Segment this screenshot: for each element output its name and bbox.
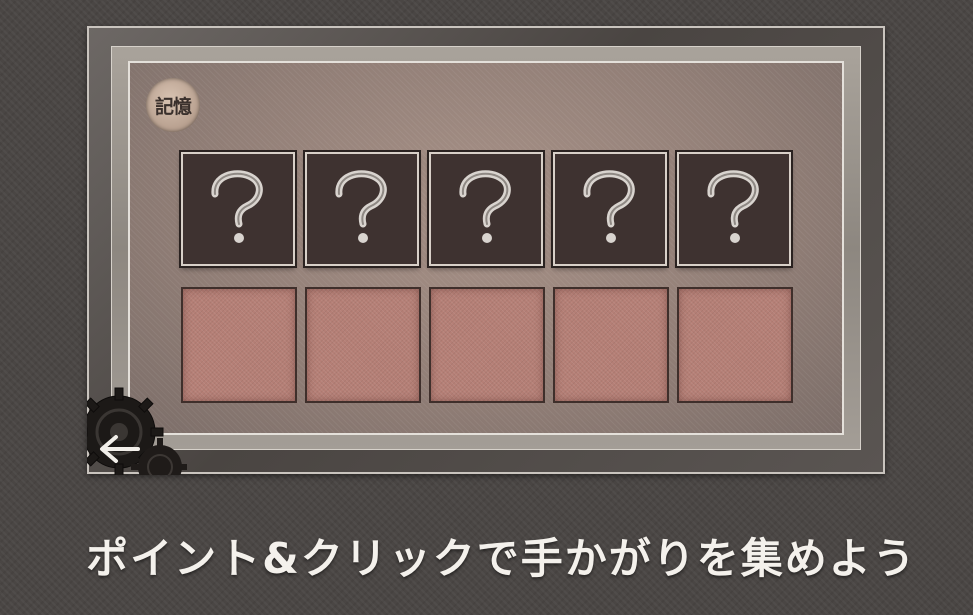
- question-mark-icon: [325, 166, 399, 252]
- answer-slot[interactable]: [305, 287, 421, 403]
- clue-card[interactable]: [305, 152, 419, 266]
- answer-slot[interactable]: [553, 287, 669, 403]
- clue-card[interactable]: [429, 152, 543, 266]
- clue-card-row: [181, 152, 791, 266]
- answer-slot[interactable]: [181, 287, 297, 403]
- clue-card[interactable]: [677, 152, 791, 266]
- clue-card[interactable]: [181, 152, 295, 266]
- back-arrow-button[interactable]: [95, 434, 141, 468]
- memory-badge-button[interactable]: 記憶: [146, 78, 200, 132]
- memory-badge-label: 記憶: [154, 95, 192, 118]
- clue-card[interactable]: [553, 152, 667, 266]
- question-mark-icon: [201, 166, 275, 252]
- tutorial-caption: ポイント&クリックで手かがりを集めよう: [86, 534, 917, 583]
- answer-slot[interactable]: [429, 287, 545, 403]
- answer-slot[interactable]: [677, 287, 793, 403]
- question-mark-icon: [573, 166, 647, 252]
- question-mark-icon: [449, 166, 523, 252]
- question-mark-icon: [697, 166, 771, 252]
- answer-slot-row: [181, 287, 793, 403]
- back-arrow-icon: [96, 434, 140, 468]
